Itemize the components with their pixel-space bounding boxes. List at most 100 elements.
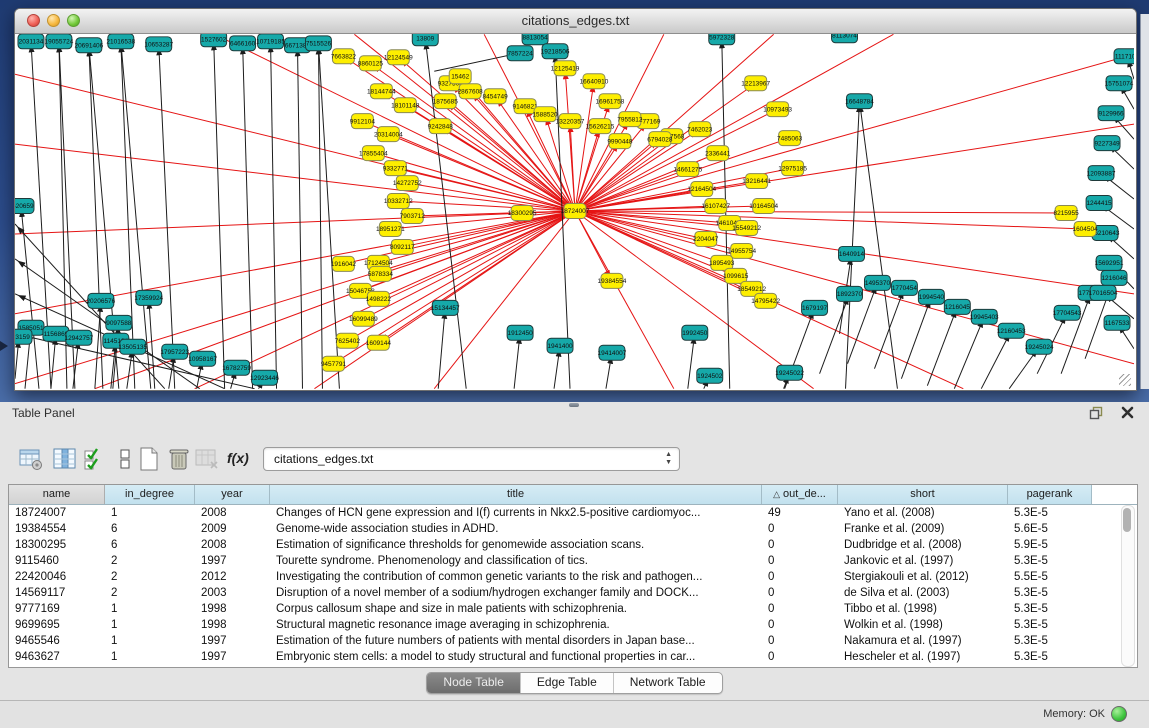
graph-node[interactable]: 19245024	[1025, 339, 1054, 354]
import-table-icon[interactable]	[194, 446, 220, 472]
graph-node[interactable]: 16099489	[349, 311, 378, 326]
graph-node[interactable]: 2620659	[15, 199, 34, 214]
graph-node[interactable]: 16961758	[596, 94, 625, 109]
graph-node[interactable]: 1892370	[837, 286, 863, 301]
table-row[interactable]: 1938455462009Genome-wide association stu…	[9, 521, 1137, 537]
graph-node[interactable]: 10719185	[256, 34, 285, 49]
graph-node[interactable]: 9457791	[321, 356, 347, 371]
graph-node[interactable]: 19384554	[598, 273, 627, 288]
graph-node[interactable]: 15626215	[586, 119, 615, 134]
column-header-pagerank[interactable]: pagerank	[1008, 485, 1092, 504]
red-edge[interactable]	[575, 211, 1066, 213]
graph-node[interactable]: 14272752	[393, 176, 422, 191]
graph-node[interactable]: 12164504	[687, 182, 716, 197]
graph-node[interactable]: 12213967	[741, 76, 770, 91]
graph-node[interactable]: 7903712	[400, 209, 426, 224]
graph-node[interactable]: 20314004	[374, 127, 403, 142]
row-height-icon[interactable]	[112, 446, 138, 472]
table-row[interactable]: 1456911722003Disruption of a novel membe…	[9, 585, 1137, 601]
graph-node[interactable]: 12942757	[64, 330, 93, 345]
delete-column-icon[interactable]	[166, 446, 192, 472]
graph-node[interactable]: 17704543	[1053, 305, 1082, 320]
vertical-scrollbar[interactable]	[1121, 505, 1135, 667]
graph-node[interactable]: 15134457	[431, 300, 460, 315]
graph-node[interactable]: 6794028	[647, 132, 673, 147]
graph-node[interactable]: 10958167	[188, 351, 217, 366]
graph-node[interactable]: 9227349	[1094, 136, 1120, 151]
graph-node[interactable]: 19245022	[775, 365, 804, 380]
graph-node[interactable]: 20691406	[74, 38, 103, 53]
graph-node[interactable]: 15692951	[1095, 255, 1124, 270]
graph-node[interactable]: 1495370	[864, 275, 890, 290]
graph-node[interactable]: 18101148	[391, 98, 420, 113]
graph-node[interactable]: 21016538	[106, 34, 135, 49]
graph-node[interactable]: 1167533	[1104, 315, 1130, 330]
graph-node[interactable]: 13216441	[742, 174, 771, 189]
column-header-title[interactable]: title	[270, 485, 762, 504]
graph-node[interactable]: 6466160	[230, 36, 256, 51]
graph-node[interactable]: 7625402	[335, 333, 361, 348]
graph-node[interactable]: 18951271	[376, 221, 405, 236]
graph-node[interactable]: 14661275	[673, 162, 702, 177]
graph-node[interactable]: 1640914	[839, 246, 865, 261]
black-edge[interactable]	[297, 45, 302, 388]
graph-node[interactable]: 16782759	[222, 360, 251, 375]
graph-node[interactable]: 16107427	[701, 199, 730, 214]
graph-node[interactable]: 13505135	[118, 339, 147, 354]
graph-node[interactable]: 1994540	[918, 289, 944, 304]
graph-node[interactable]: 2031134	[18, 34, 44, 49]
background-window-edge[interactable]	[1140, 14, 1149, 389]
graph-node[interactable]: 15751074	[1105, 76, 1134, 91]
black-edge[interactable]	[95, 301, 101, 389]
table-row[interactable]: 946554611997Estimation of the future num…	[9, 633, 1137, 649]
graph-node[interactable]: 7857224	[507, 46, 533, 61]
graph-node[interactable]: 1609144	[366, 335, 392, 350]
tab-node-table[interactable]: Node Table	[427, 673, 521, 693]
black-edge[interactable]	[243, 43, 253, 388]
red-edge[interactable]	[398, 201, 575, 211]
graph-node[interactable]: 1916042	[331, 256, 357, 271]
graph-node[interactable]: 1875685	[433, 94, 459, 109]
red-edge[interactable]	[15, 144, 575, 211]
graph-node[interactable]: 1992450	[682, 325, 708, 340]
graph-node[interactable]: 1588520	[532, 107, 558, 122]
network-view-window[interactable]: citations_edges.txt 20311341905572420691…	[14, 8, 1137, 391]
graph-node[interactable]: 9912104	[350, 114, 376, 129]
black-edge[interactable]	[846, 101, 860, 388]
black-edge[interactable]	[981, 331, 1011, 389]
collapse-panel-arrow-icon[interactable]	[0, 341, 8, 351]
graph-node[interactable]: 12124549	[384, 50, 413, 65]
window-resize-grip[interactable]	[1119, 374, 1131, 386]
black-edge[interactable]	[434, 53, 518, 71]
graph-node[interactable]: 15549212	[732, 220, 761, 235]
graph-node[interactable]: 10332712	[384, 194, 413, 209]
black-edge[interactable]	[688, 333, 695, 389]
table-row[interactable]: 1872400712008Changes of HCN gene express…	[9, 505, 1137, 521]
graph-node[interactable]: 12975185	[778, 161, 807, 176]
red-edge[interactable]	[575, 211, 1085, 229]
graph-node[interactable]: 9242848	[428, 119, 454, 134]
graph-node[interactable]: 17855404	[359, 146, 388, 161]
table-row[interactable]: 2242004622012Investigating the contribut…	[9, 569, 1137, 585]
graph-node[interactable]: 5972328	[709, 34, 735, 45]
graph-node[interactable]: 7462023	[687, 122, 713, 137]
black-edge[interactable]	[214, 39, 225, 388]
graph-node[interactable]: 18144744	[367, 84, 396, 99]
graph-node[interactable]: 2867608	[458, 84, 484, 99]
network-canvas[interactable]: 2031134190557242069140621016538106532871…	[15, 34, 1134, 389]
red-edge[interactable]	[450, 83, 575, 211]
graph-node[interactable]: 16648784	[845, 94, 874, 109]
graph-node[interactable]: 393159	[15, 329, 32, 344]
graph-node[interactable]: 20206576	[86, 293, 115, 308]
table-row[interactable]: 1830029562008Estimation of significance …	[9, 537, 1137, 553]
graph-node[interactable]: 1117104	[1114, 49, 1134, 64]
graph-node[interactable]: 10973493	[763, 102, 792, 117]
table-row[interactable]: 969969511998Structural magnetic resonanc…	[9, 617, 1137, 633]
black-edge[interactable]	[514, 333, 520, 389]
float-panel-icon[interactable]	[1089, 406, 1103, 420]
close-panel-icon[interactable]	[1120, 405, 1135, 420]
graph-node[interactable]: 7663822	[331, 49, 357, 64]
splitter-handle[interactable]	[569, 403, 579, 407]
table-row[interactable]: 946362711997Embryonic stem cells: a mode…	[9, 649, 1137, 665]
tab-network-table[interactable]: Network Table	[614, 673, 722, 693]
